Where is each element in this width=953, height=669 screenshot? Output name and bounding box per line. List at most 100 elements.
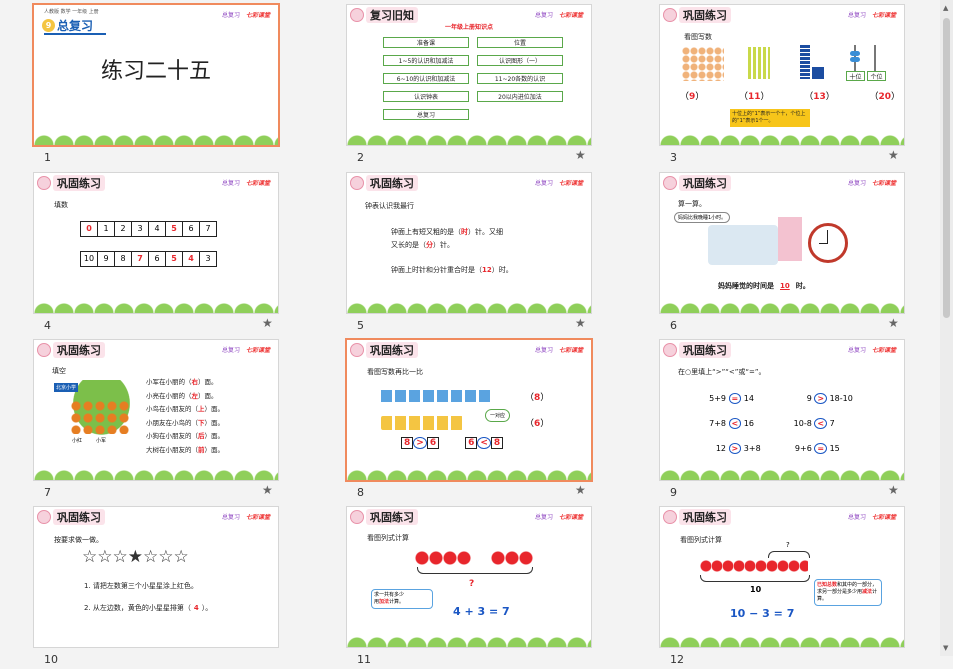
apples-right bbox=[491, 551, 533, 565]
vertical-scrollbar[interactable]: ▲ ▼ bbox=[940, 0, 953, 656]
cube-unit-icon bbox=[812, 67, 824, 79]
slide-thumb-4[interactable]: 巩固练习 总复习 七彩课堂 填数 01234567 10 9 8 7 6 5 4 3 4 ★ bbox=[0, 168, 300, 335]
prompt: 填空 bbox=[52, 367, 66, 375]
scroll-down-icon[interactable]: ▼ bbox=[943, 644, 948, 652]
slide-6[interactable]: 巩固练习 总复习 七彩课堂 算一算。 妈妈比我晚睡1小时。 妈妈睡觉的时间是 10 时… bbox=[659, 172, 905, 314]
topic-box[interactable]: 1~5的认识和加减法 bbox=[383, 55, 469, 66]
grass-decoration bbox=[347, 466, 591, 480]
equation: 10 − 3 = 7 bbox=[730, 607, 795, 620]
book-icon bbox=[350, 176, 364, 190]
slide-4[interactable]: 巩固练习 总复习 七彩课堂 填数 01234567 10 9 8 7 6 5 4 3 bbox=[33, 172, 279, 314]
topic-box[interactable]: 准备课 bbox=[383, 37, 469, 48]
sticks-icon bbox=[748, 47, 770, 79]
slide-number: 5 bbox=[357, 319, 364, 332]
slide-grid: 人教版 数学 一年级 上册 9 总复习 总复习 七彩课堂 练习二十五 1 复习旧知… bbox=[0, 0, 940, 666]
clock-line-3: 钟面上时针和分针重合时是（12）时。 bbox=[391, 266, 513, 274]
grass-decoration bbox=[660, 131, 904, 145]
star-icon[interactable]: ★ bbox=[262, 483, 273, 497]
slide-12[interactable]: 巩固练习 总复习 七彩课堂 看图列式计算 ? 10 已知总数和其中的一部分，求另一… bbox=[659, 506, 905, 648]
slide-header: 巩固练习 bbox=[350, 342, 418, 358]
dolls-icon bbox=[682, 47, 724, 81]
count-a: （8） bbox=[525, 393, 550, 403]
topic-box[interactable]: 认识图形（一） bbox=[477, 55, 563, 66]
slide-5[interactable]: 巩固练习 总复习 七彩课堂 钟表认识我最行 钟面上有短又粗的是（时）针。又细 又长… bbox=[346, 172, 592, 314]
brace-bottom bbox=[700, 575, 810, 582]
star-icon[interactable]: ★ bbox=[888, 316, 899, 330]
slide-header: 巩固练习 bbox=[663, 7, 731, 23]
book-icon bbox=[663, 510, 677, 524]
slide-3[interactable]: 巩固练习 总复习 七彩课堂 看图写数 十位 个位 （9） （11） （13） （20… bbox=[659, 4, 905, 146]
hint-box: 已知总数和其中的一部分，求另一部分是多少用减法计算。 bbox=[814, 579, 882, 606]
slide-8[interactable]: 巩固练习 总复习 七彩课堂 看图写数再比一比 （8） （6） 一对应 8 >6 6 <… bbox=[345, 338, 593, 482]
slide-number: 7 bbox=[44, 486, 51, 499]
kids-illustration bbox=[70, 400, 130, 434]
hint-box: 求一共有多少 用加法计算。 bbox=[371, 589, 433, 609]
slide-thumb-8[interactable]: 巩固练习 总复习 七彩课堂 看图写数再比一比 （8） （6） 一对应 8 >6 6 <… bbox=[313, 335, 613, 502]
slide-number: 10 bbox=[44, 653, 58, 666]
prompt: 填数 bbox=[54, 201, 68, 209]
title-underline bbox=[44, 33, 106, 35]
prompt: 看图列式计算 bbox=[367, 534, 409, 542]
question-mark: ? bbox=[786, 541, 790, 549]
topic-box[interactable]: 认识钟表 bbox=[383, 91, 469, 102]
abacus-icon: 十位 个位 bbox=[846, 45, 886, 81]
topic-box[interactable]: 总复习 bbox=[383, 109, 469, 120]
kid-label: 小军 bbox=[96, 438, 107, 444]
compare-grid: 5+9 = 14 9 > 18-10 7+8 < 16 10-8 < 7 12 > … bbox=[709, 393, 853, 454]
prompt: 看图列式计算 bbox=[680, 536, 722, 544]
answer-slot: （11） bbox=[738, 92, 770, 102]
slide-thumb-6[interactable]: 巩固练习 总复习 七彩课堂 算一算。 妈妈比我晚睡1小时。 妈妈睡觉的时间是 10 时… bbox=[626, 168, 926, 335]
slide-title: 练习二十五 bbox=[100, 59, 211, 84]
scroll-up-icon[interactable]: ▲ bbox=[943, 4, 948, 12]
topic-box[interactable]: 6~10的认识和加减法 bbox=[383, 73, 469, 84]
question-1: 1. 请把左数第三个小星星涂上红色。 bbox=[84, 582, 198, 590]
cubes-row bbox=[381, 390, 491, 402]
brand: 总复习 七彩课堂 bbox=[534, 12, 583, 19]
slide-thumb-11[interactable]: 巩固练习 总复习 七彩课堂 看图列式计算 ? 求一共有多少 用加法计算。 4 + 3… bbox=[313, 502, 613, 669]
slide-thumb-12[interactable]: 巩固练习 总复习 七彩课堂 看图列式计算 ? 10 已知总数和其中的一部分，求另一… bbox=[626, 502, 926, 669]
slide-thumb-7[interactable]: 巩固练习 总复习 七彩课堂 填空 北京小学 小红 小军 小军在小丽的（右）面。 小… bbox=[0, 335, 300, 502]
slide-header: 巩固练习 bbox=[37, 509, 105, 525]
star-icon[interactable]: ★ bbox=[575, 148, 586, 162]
star-icon[interactable]: ★ bbox=[575, 483, 586, 497]
star-icon[interactable]: ★ bbox=[888, 483, 899, 497]
topic-box[interactable]: 20以内进位加法 bbox=[477, 91, 563, 102]
grass-decoration bbox=[34, 299, 278, 313]
star-icon[interactable]: ★ bbox=[888, 148, 899, 162]
slide-number: 12 bbox=[670, 653, 684, 666]
star-icon[interactable]: ★ bbox=[262, 316, 273, 330]
count-b: （6） bbox=[525, 419, 550, 429]
slide-thumb-10[interactable]: 巩固练习 总复习 七彩课堂 按要求做一做。 ☆☆☆★☆☆☆ 1. 请把左数第三个小… bbox=[0, 502, 300, 669]
brace bbox=[417, 567, 533, 574]
unit-badge: 9 bbox=[42, 19, 55, 32]
answer-line: 妈妈睡觉的时间是 10 时。 bbox=[718, 282, 810, 290]
subtitle: 一年级上册知识点 bbox=[444, 24, 493, 31]
clock-icon bbox=[808, 223, 848, 263]
prompt: 算一算。 bbox=[678, 200, 706, 208]
slide-1[interactable]: 人教版 数学 一年级 上册 9 总复习 总复习 七彩课堂 练习二十五 bbox=[32, 3, 280, 147]
slide-10[interactable]: 巩固练习 总复习 七彩课堂 按要求做一做。 ☆☆☆★☆☆☆ 1. 请把左数第三个小… bbox=[33, 506, 279, 648]
slide-thumb-5[interactable]: 巩固练习 总复习 七彩课堂 钟表认识我最行 钟面上有短又粗的是（时）针。又细 又长… bbox=[313, 168, 613, 335]
position-questions: 小军在小丽的（右）面。 小亮在小丽的（左）面。 小鸟在小朋友的（上）面。 小朋友… bbox=[146, 378, 224, 454]
slide-thumb-3[interactable]: 巩固练习 总复习 七彩课堂 看图写数 十位 个位 （9） （11） （13） （20… bbox=[626, 0, 926, 167]
topic-box[interactable]: 位置 bbox=[477, 37, 563, 48]
slide-header: 巩固练习 bbox=[663, 342, 731, 358]
slide-7[interactable]: 巩固练习 总复习 七彩课堂 填空 北京小学 小红 小军 小军在小丽的（右）面。 小… bbox=[33, 339, 279, 481]
slide-thumb-1[interactable]: 人教版 数学 一年级 上册 9 总复习 总复习 七彩课堂 练习二十五 1 bbox=[0, 0, 300, 167]
slide-2[interactable]: 复习旧知 总复习 七彩课堂 一年级上册知识点 准备课 位置 1~5的认识和加减法 … bbox=[346, 4, 592, 146]
cubes-icon bbox=[800, 45, 810, 79]
number-row-1: 01234567 bbox=[80, 221, 217, 237]
slide-number: 11 bbox=[357, 653, 371, 666]
slide-number: 9 bbox=[670, 486, 677, 499]
slide-thumb-2[interactable]: 复习旧知 总复习 七彩课堂 一年级上册知识点 准备课 位置 1~5的认识和加减法 … bbox=[313, 0, 613, 167]
slide-number: 6 bbox=[670, 319, 677, 332]
slide-11[interactable]: 巩固练习 总复习 七彩课堂 看图列式计算 ? 求一共有多少 用加法计算。 4 + 3… bbox=[346, 506, 592, 648]
slide-9[interactable]: 巩固练习 总复习 七彩课堂 在○里填上“>”“<”或“=”。 5+9 = 14 9 … bbox=[659, 339, 905, 481]
book-icon bbox=[37, 343, 51, 357]
slide-thumb-9[interactable]: 巩固练习 总复习 七彩课堂 在○里填上“>”“<”或“=”。 5+9 = 14 9 … bbox=[626, 335, 926, 502]
star-icon[interactable]: ★ bbox=[575, 316, 586, 330]
grass-decoration bbox=[34, 466, 278, 480]
topic-box[interactable]: 11~20各数的认识 bbox=[477, 73, 563, 84]
scrollbar-thumb[interactable] bbox=[943, 18, 950, 318]
book-icon bbox=[663, 343, 677, 357]
